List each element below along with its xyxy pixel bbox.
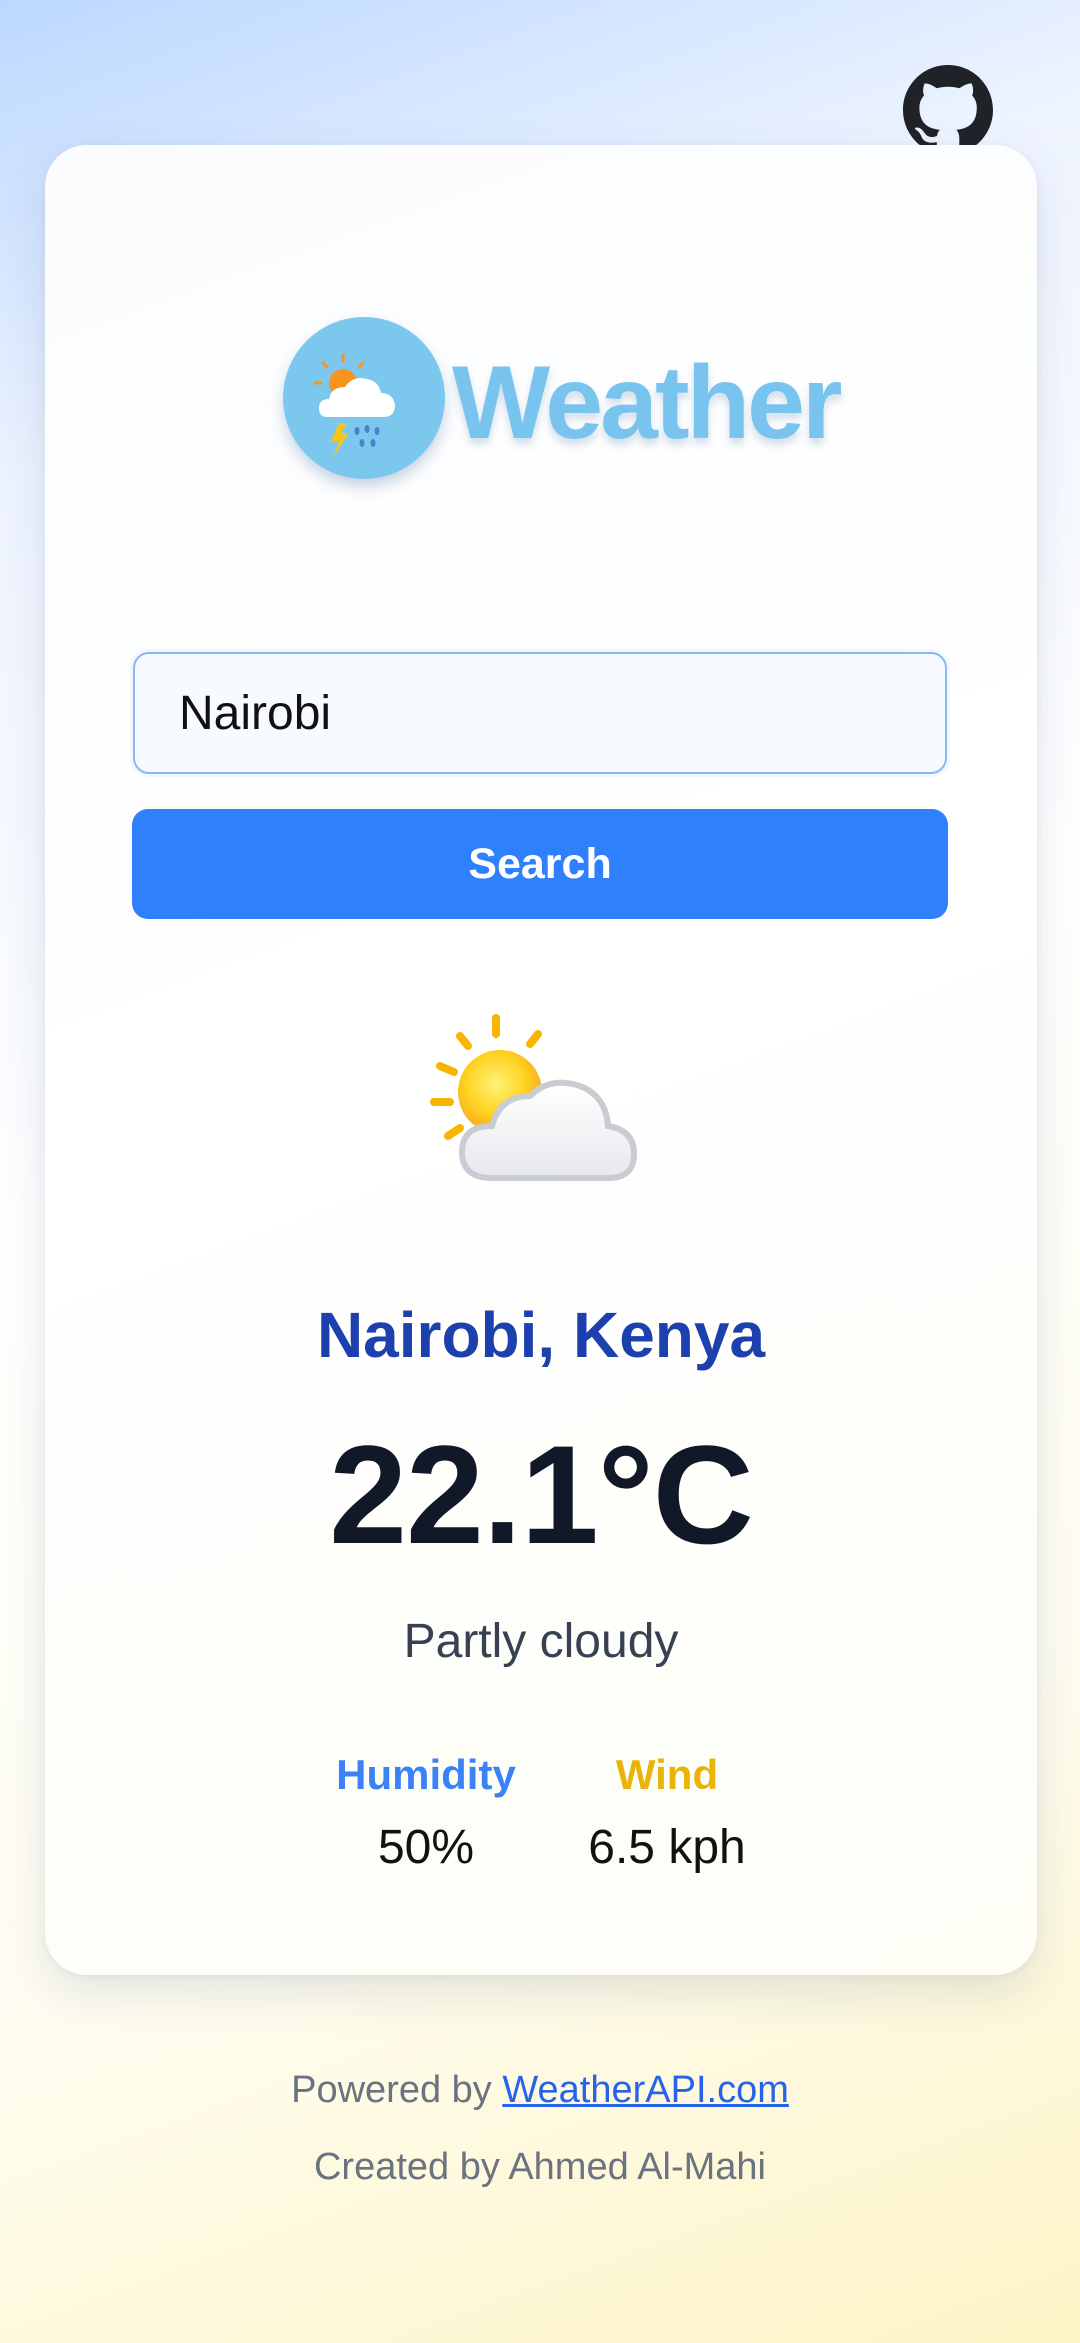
search-input[interactable] <box>133 652 947 774</box>
search-button[interactable]: Search <box>132 809 948 919</box>
powered-by-prefix: Powered by <box>291 2069 503 2111</box>
weatherapi-link[interactable]: WeatherAPI.com <box>502 2069 789 2111</box>
github-link[interactable] <box>903 65 993 155</box>
location-name: Nairobi, Kenya <box>316 1299 766 1371</box>
credit-text: Created by Ahmed Al-Mahi <box>313 2146 766 2188</box>
partly-cloudy-icon <box>420 1010 660 1210</box>
humidity-label: Humidity <box>336 1751 516 1798</box>
logo-icon <box>283 317 445 479</box>
wind-stat: Wind 6.5 kph <box>537 1748 797 1878</box>
powered-by-text: Powered by WeatherAPI.com <box>0 2063 1080 2117</box>
humidity-value: 50% <box>377 1821 475 1874</box>
humidity-stat: Humidity 50% <box>296 1748 556 1878</box>
temperature: 22.1°C <box>329 1416 754 1573</box>
wind-value: 6.5 kph <box>588 1821 746 1874</box>
logo-text: Weather <box>452 345 842 461</box>
weather-condition: Partly cloudy <box>403 1615 679 1668</box>
wind-label: Wind <box>615 1751 719 1798</box>
github-icon <box>903 65 993 155</box>
